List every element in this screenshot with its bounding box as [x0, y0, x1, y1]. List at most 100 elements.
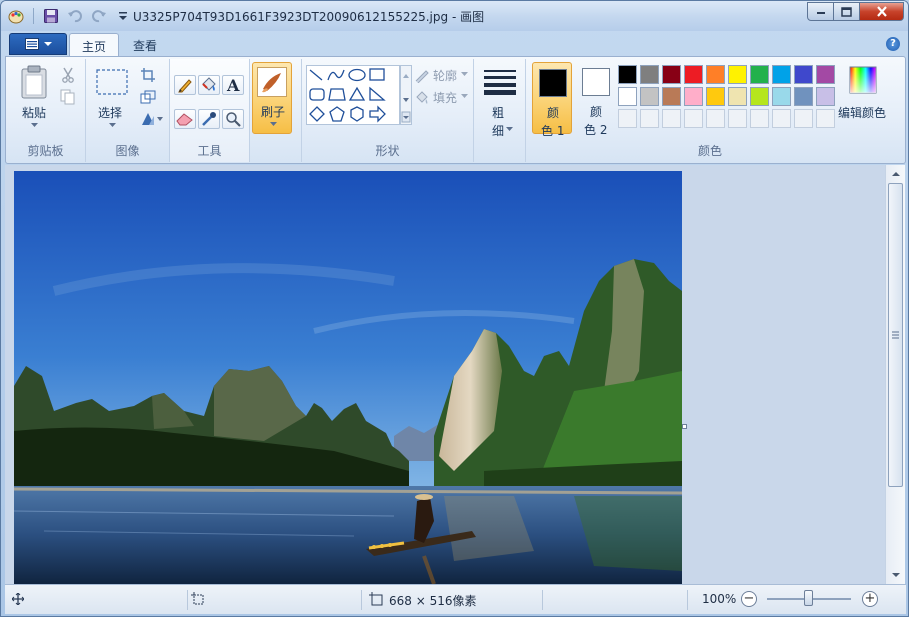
palette-swatch[interactable]: [728, 65, 747, 84]
save-icon[interactable]: [42, 7, 60, 25]
outline-label[interactable]: 轮廓: [433, 67, 457, 84]
paste-icon[interactable]: [20, 65, 48, 99]
pencil-icon[interactable]: [174, 75, 196, 95]
palette-swatch[interactable]: [794, 65, 813, 84]
palette-swatch[interactable]: [640, 65, 659, 84]
rotate-icon[interactable]: [140, 111, 164, 127]
palette-empty-swatch[interactable]: [772, 109, 791, 128]
vertical-scroll-thumb[interactable]: [888, 183, 903, 487]
select-label[interactable]: 选择: [98, 104, 122, 121]
palette-swatch[interactable]: [640, 87, 659, 106]
color2-label-line1: 颜: [590, 105, 603, 119]
brushes-label: 刷子: [261, 105, 286, 119]
palette-empty-swatch[interactable]: [728, 109, 747, 128]
scroll-up-icon[interactable]: [887, 169, 905, 179]
size-dropdown-icon[interactable]: [506, 126, 513, 131]
palette-swatch[interactable]: [706, 65, 725, 84]
canvas-image[interactable]: [14, 171, 682, 584]
palette-empty-swatch[interactable]: [684, 109, 703, 128]
scroll-down-icon[interactable]: [887, 570, 905, 580]
paint-app-icon[interactable]: [7, 7, 25, 25]
fill-label[interactable]: 填充: [433, 89, 457, 106]
edit-colors-icon[interactable]: [848, 65, 878, 95]
edit-colors-label[interactable]: 编辑颜色: [838, 104, 886, 121]
vertical-scrollbar[interactable]: [885, 165, 905, 584]
outline-icon[interactable]: [414, 67, 430, 83]
magnifier-icon[interactable]: [222, 109, 244, 129]
size-label-line2[interactable]: 细: [492, 122, 504, 139]
shapes-scrollbar[interactable]: [400, 65, 412, 125]
select-dropdown-icon[interactable]: [108, 122, 116, 128]
palette-empty-swatch[interactable]: [750, 109, 769, 128]
ribbon-tab-row: 主页 查看 ?: [5, 31, 906, 57]
maximize-button[interactable]: [834, 2, 860, 21]
image-size-text: 668 × 516像素: [389, 594, 477, 608]
palette-swatch[interactable]: [662, 65, 681, 84]
palette-swatch[interactable]: [772, 87, 791, 106]
palette-swatch[interactable]: [750, 65, 769, 84]
zoom-in-button[interactable]: +: [862, 591, 878, 607]
canvas-workspace: [5, 165, 888, 584]
palette-empty-swatch[interactable]: [640, 109, 659, 128]
palette-empty-swatch[interactable]: [662, 109, 681, 128]
palette-swatch[interactable]: [816, 65, 835, 84]
image-size-icon: [369, 592, 383, 606]
palette-empty-swatch[interactable]: [816, 109, 835, 128]
palette-swatch[interactable]: [728, 87, 747, 106]
palette-swatch[interactable]: [618, 65, 637, 84]
brushes-button[interactable]: 刷子: [252, 62, 292, 134]
close-button[interactable]: [860, 2, 904, 21]
shapes-group-label: 形状: [375, 144, 400, 158]
tab-home[interactable]: 主页: [69, 33, 120, 57]
tools-group: A 工具: [170, 59, 250, 162]
copy-icon[interactable]: [60, 89, 76, 105]
palette-swatch[interactable]: [684, 65, 703, 84]
minimize-button[interactable]: [807, 2, 834, 21]
palette-swatch[interactable]: [750, 87, 769, 106]
redo-icon[interactable]: [90, 7, 108, 25]
eraser-icon[interactable]: [174, 109, 196, 129]
palette-swatch[interactable]: [816, 87, 835, 106]
cursor-position-icon: [11, 592, 25, 606]
palette-empty-swatch[interactable]: [794, 109, 813, 128]
customize-qat-icon[interactable]: [114, 7, 132, 25]
select-icon[interactable]: [96, 69, 128, 95]
palette-swatch[interactable]: [794, 87, 813, 106]
landscape-photo: [14, 171, 682, 584]
paint-menu-button[interactable]: [9, 33, 67, 55]
color-picker-icon[interactable]: [198, 109, 220, 129]
text-icon[interactable]: A: [222, 75, 244, 95]
shapes-gallery[interactable]: [306, 65, 400, 125]
line-size-icon[interactable]: [483, 69, 517, 95]
outline-dropdown-icon[interactable]: [461, 71, 468, 76]
palette-swatch[interactable]: [706, 87, 725, 106]
palette-swatch[interactable]: [772, 65, 791, 84]
fill-dropdown-icon[interactable]: [461, 93, 468, 98]
canvas-resize-handle-right[interactable]: [682, 424, 687, 429]
zoom-slider-thumb[interactable]: [804, 590, 813, 606]
color2-button[interactable]: 颜 色 2: [576, 62, 616, 137]
brushes-dropdown-icon: [269, 121, 277, 127]
crop-icon[interactable]: [140, 67, 156, 83]
paste-dropdown-icon[interactable]: [30, 122, 38, 128]
help-icon[interactable]: ?: [886, 37, 900, 51]
palette-empty-swatch[interactable]: [618, 109, 637, 128]
palette-swatch[interactable]: [618, 87, 637, 106]
undo-icon[interactable]: [66, 7, 84, 25]
paste-label[interactable]: 粘贴: [22, 104, 46, 121]
status-separator: [542, 590, 543, 610]
cut-icon[interactable]: [60, 67, 76, 83]
size-label-line1[interactable]: 粗: [492, 104, 504, 121]
fill-bucket-icon[interactable]: [198, 75, 220, 95]
color1-button[interactable]: 颜 色 1: [532, 62, 572, 138]
fill-icon[interactable]: [414, 89, 430, 105]
tools-group-label: 工具: [197, 144, 222, 158]
palette-empty-swatch[interactable]: [706, 109, 725, 128]
menu-icon: [24, 38, 39, 50]
palette-swatch[interactable]: [662, 87, 681, 106]
shapes-gallery-icons: [309, 68, 386, 123]
palette-swatch[interactable]: [684, 87, 703, 106]
tab-view[interactable]: 查看: [121, 33, 169, 57]
zoom-out-button[interactable]: −: [741, 591, 757, 607]
resize-icon[interactable]: [140, 89, 156, 105]
